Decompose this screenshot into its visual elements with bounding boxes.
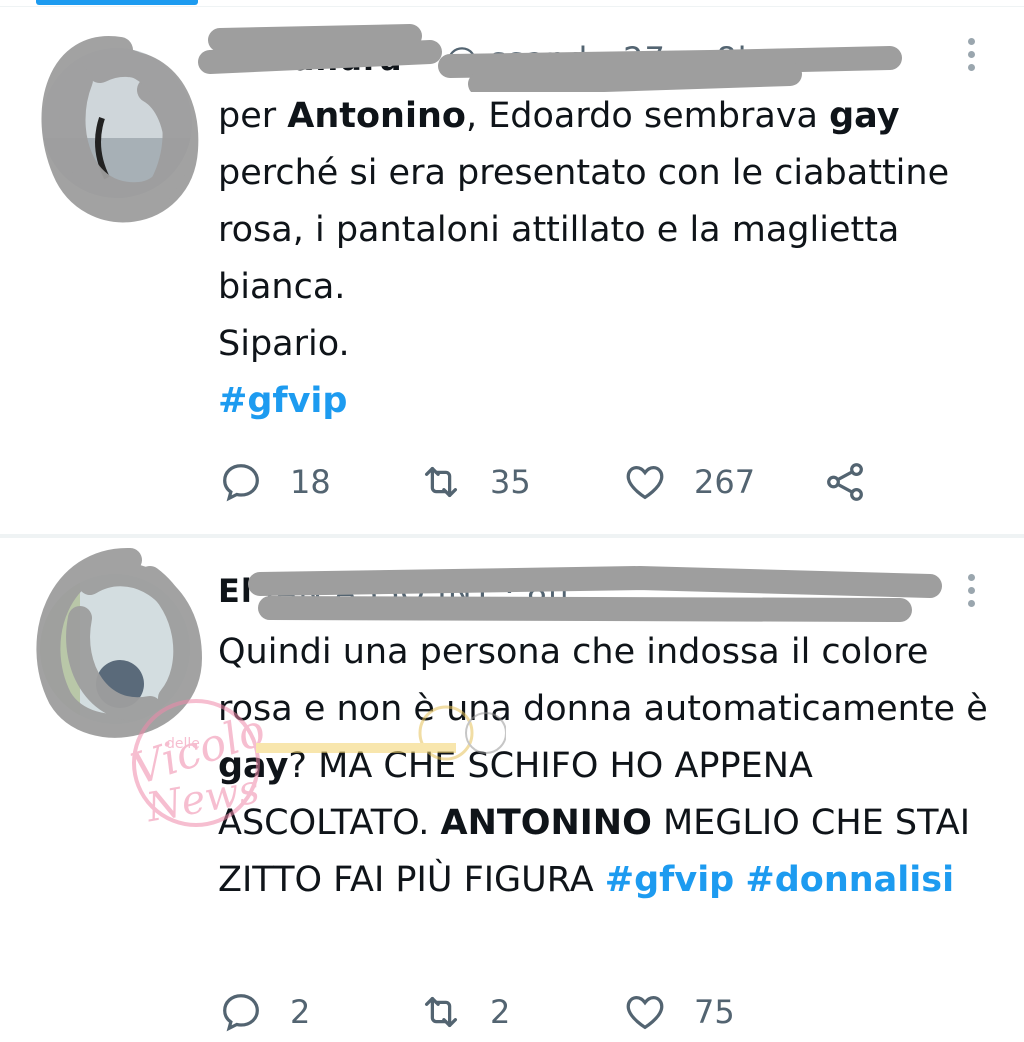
retweet-count: 2 — [490, 993, 511, 1031]
top-divider — [0, 6, 1024, 7]
heart-icon — [626, 465, 664, 500]
reply-icon — [223, 464, 259, 502]
hashtag-link[interactable]: #gfvip — [218, 373, 1008, 430]
heart-icon — [626, 995, 664, 1030]
retweet-icon — [424, 996, 458, 1028]
reply-icon — [223, 994, 259, 1032]
active-tab-indicator — [36, 0, 198, 5]
tweet-actions: 2 2 75 — [218, 982, 918, 1042]
like-count: 75 — [694, 993, 735, 1031]
redaction-scribble — [198, 24, 902, 92]
tweet-text: per Antonino, Edoardo sembrava gay perch… — [218, 88, 1008, 430]
text-run: , Edoardo sembrava — [465, 96, 830, 136]
retweet-button[interactable]: 35 — [418, 452, 531, 512]
more-vertical-icon[interactable] — [968, 574, 976, 613]
tweet-2[interactable]: El IAN ASSO INT · 8h Quindi una persona … — [0, 538, 1024, 1032]
like-button[interactable]: 75 — [622, 982, 735, 1042]
tweet-text-main: per Antonino, Edoardo sembrava gay perch… — [218, 88, 1008, 316]
redaction-scribble — [248, 565, 942, 622]
reply-button[interactable]: 2 — [218, 982, 310, 1042]
mention-antonino: Antonino — [287, 96, 466, 136]
watermark-logo: Vicolo delle News — [86, 688, 507, 838]
retweet-count: 35 — [490, 463, 531, 501]
retweet-icon — [424, 466, 458, 498]
retweet-button[interactable]: 2 — [418, 982, 510, 1042]
hashtag-link[interactable]: #gfvip — [605, 860, 734, 900]
share-icon — [827, 463, 863, 501]
text-run: per — [218, 96, 288, 136]
tweet-text-line: Sipario. — [218, 324, 350, 364]
like-count: 267 — [694, 463, 756, 501]
share-button[interactable] — [822, 452, 868, 512]
tweet-actions: 18 35 267 — [218, 452, 918, 512]
text-run: perché si era presentato con le ciabatti… — [218, 153, 950, 307]
reply-count: 18 — [290, 463, 331, 501]
svg-text:delle: delle — [166, 736, 200, 752]
tweet-1[interactable]: lessandra • @ ssandra27_ · 8h per Antoni… — [0, 8, 1024, 534]
like-button[interactable]: 267 — [622, 452, 755, 512]
watermark-graphic: Vicolo delle News — [126, 699, 507, 831]
text-bold-gay: gay — [829, 96, 900, 136]
hashtag-link[interactable]: #donnalisi — [745, 860, 954, 900]
reply-button[interactable]: 18 — [218, 452, 331, 512]
reply-count: 2 — [290, 993, 311, 1031]
more-vertical-icon[interactable] — [968, 38, 976, 77]
